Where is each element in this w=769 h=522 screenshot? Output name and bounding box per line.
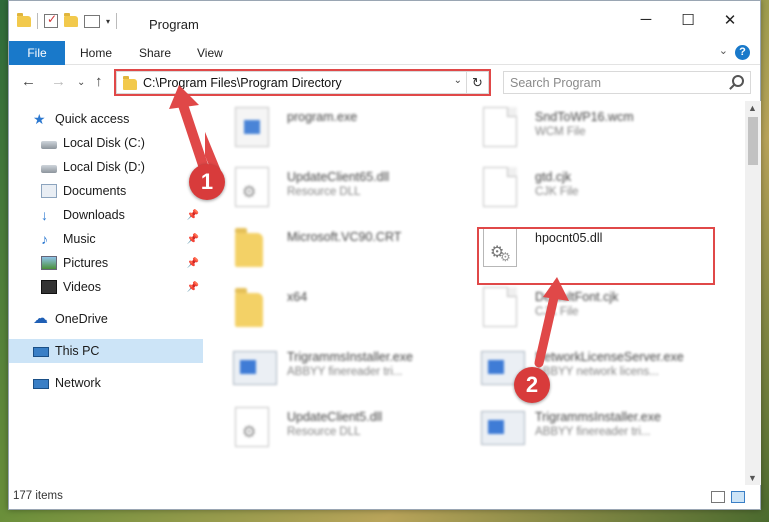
documents-icon — [41, 184, 57, 198]
pin-icon[interactable]: 📌 — [187, 258, 199, 269]
address-highlight-box — [114, 69, 491, 96]
film-strip-icon — [41, 280, 57, 294]
pictures-icon — [41, 256, 57, 270]
ribbon-expand-chevron-icon[interactable]: ⌄ — [719, 44, 728, 57]
sidebar-item-label: Quick access — [55, 112, 130, 126]
folder-icon[interactable] — [17, 12, 31, 27]
maximize-button[interactable]: ☐ — [673, 11, 703, 29]
explorer-window: ▾ Program ─ ☐ ✕ File Home Share View ⌄ ?… — [8, 0, 761, 510]
sidebar-item-label: Videos — [63, 280, 101, 294]
sidebar-item-local-disk-d[interactable]: Local Disk (D:) — [9, 155, 203, 179]
pin-icon[interactable]: 📌 — [187, 282, 199, 293]
drive-icon — [41, 165, 57, 173]
status-bar: 177 items — [9, 485, 760, 509]
pin-icon[interactable]: 📌 — [187, 234, 199, 245]
recent-dropdown-icon[interactable]: ⌄ — [77, 77, 85, 88]
search-input[interactable] — [504, 72, 714, 93]
sidebar-item-label: Pictures — [63, 256, 109, 270]
search-icon[interactable] — [732, 75, 744, 87]
new-folder-icon[interactable] — [64, 12, 78, 27]
annotation-arrows — [205, 131, 569, 368]
star-icon: ★ — [33, 111, 46, 127]
step-callout-2: 2 — [514, 367, 550, 403]
sidebar-item-local-disk-c[interactable]: Local Disk (C:) — [9, 131, 203, 155]
sidebar-item-pictures[interactable]: Pictures 📌 — [9, 251, 203, 275]
item-count: 177 items — [13, 490, 63, 502]
tab-home[interactable]: Home — [80, 41, 112, 65]
forward-arrow-icon[interactable]: → — [51, 73, 66, 90]
navigation-bar: ← → ⌄ ↑ C:\Program Files\Program Directo… — [9, 65, 760, 101]
large-icons-view-icon[interactable] — [731, 491, 745, 503]
customize-dropdown-icon[interactable]: ▾ — [106, 17, 110, 26]
arrow-to-file — [534, 288, 560, 368]
sidebar-item-label: Music — [63, 232, 96, 246]
minimize-button[interactable]: ─ — [631, 11, 661, 28]
tab-file[interactable]: File — [9, 41, 65, 65]
sidebar-item-label: Network — [55, 376, 101, 390]
scroll-up-icon[interactable]: ▲ — [748, 103, 757, 113]
tab-share[interactable]: Share — [139, 41, 171, 65]
pin-icon[interactable]: 📌 — [187, 210, 199, 221]
sidebar-item-this-pc[interactable]: This PC — [9, 339, 203, 363]
close-button[interactable]: ✕ — [715, 11, 745, 29]
sidebar-item-label: Local Disk (C:) — [63, 136, 145, 150]
arrowhead — [543, 277, 569, 301]
tab-view[interactable]: View — [197, 41, 223, 65]
help-icon[interactable]: ? — [735, 45, 750, 60]
divider — [37, 13, 38, 29]
sidebar-item-label: OneDrive — [55, 312, 108, 326]
sidebar-item-videos[interactable]: Videos 📌 — [9, 275, 203, 299]
view-options-icon[interactable] — [84, 14, 100, 28]
up-arrow-icon[interactable]: ↑ — [95, 73, 103, 90]
sidebar-item-network[interactable]: Network — [9, 371, 203, 395]
divider — [116, 13, 118, 29]
sidebar-item-label: Local Disk (D:) — [63, 160, 145, 174]
download-arrow-icon: ↓ — [41, 207, 48, 223]
vertical-scrollbar[interactable]: ▲ ▼ — [745, 101, 761, 485]
title-bar: ▾ Program ─ ☐ ✕ — [9, 1, 760, 41]
details-view-icon[interactable] — [711, 491, 725, 503]
file-list: program.exe SndToWP16.wcm WCM File ⚙ Upd… — [205, 101, 745, 485]
computer-icon — [33, 347, 49, 357]
sidebar-item-label: Documents — [63, 184, 127, 198]
quick-access-toolbar: ▾ — [17, 12, 118, 29]
scroll-down-icon[interactable]: ▼ — [748, 473, 757, 483]
sidebar-item-downloads[interactable]: ↓ Downloads 📌 — [9, 203, 203, 227]
music-note-icon: ♪ — [41, 231, 48, 247]
arrow-to-address-bar — [205, 131, 222, 178]
back-arrow-icon[interactable]: ← — [21, 73, 36, 90]
window-title: Program — [149, 17, 199, 32]
drive-icon — [41, 141, 57, 149]
network-icon — [33, 379, 49, 389]
scroll-thumb[interactable] — [748, 117, 758, 165]
ribbon-tabs: File Home Share View ⌄ ? — [9, 41, 760, 65]
properties-check-icon[interactable] — [44, 12, 58, 28]
sidebar-item-music[interactable]: ♪ Music 📌 — [9, 227, 203, 251]
sidebar-item-quick-access[interactable]: ★ Quick access — [9, 107, 203, 131]
navigation-pane: ★ Quick access Local Disk (C:) Local Dis… — [9, 101, 205, 485]
sidebar-item-label: This PC — [55, 344, 100, 358]
cloud-icon: ☁ — [33, 310, 48, 327]
step-callout-1: 1 — [189, 164, 225, 200]
sidebar-item-documents[interactable]: Documents — [9, 179, 203, 203]
sidebar-item-label: Downloads — [63, 208, 125, 222]
search-box[interactable] — [503, 71, 751, 94]
sidebar-item-onedrive[interactable]: ☁ OneDrive — [9, 307, 203, 331]
